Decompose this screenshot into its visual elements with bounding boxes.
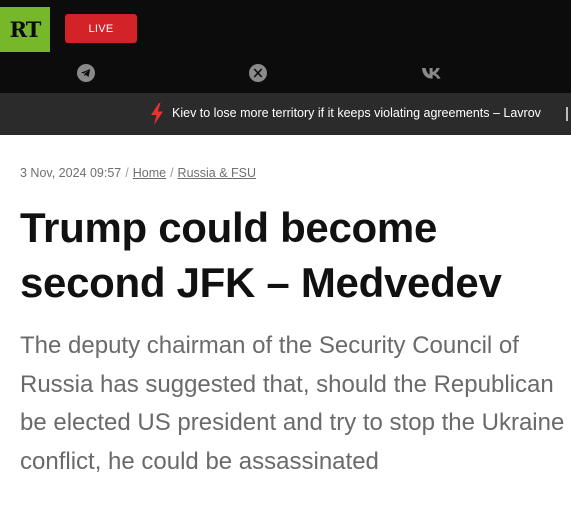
vk-icon[interactable]	[420, 63, 444, 83]
logo-text: RT	[9, 17, 42, 42]
news-ticker[interactable]: Kiev to lose more territory if it keeps …	[0, 93, 571, 135]
breadcrumb: 3 Nov, 2024 09:57/Home / Russia & FSU	[20, 166, 256, 180]
rt-logo[interactable]: RT	[0, 7, 50, 52]
breadcrumb-separator: /	[125, 166, 129, 180]
site-header: RT LIVE	[0, 0, 571, 93]
telegram-icon[interactable]	[76, 63, 96, 83]
breadcrumb-section-link[interactable]: Russia & FSU	[178, 166, 257, 180]
article-title: Trump could become second JFK – Medvedev	[20, 204, 502, 306]
x-icon[interactable]	[248, 63, 268, 83]
live-button[interactable]: LIVE	[65, 14, 137, 43]
article-date: 3 Nov, 2024 09:57	[20, 166, 122, 180]
breadcrumb-home-link[interactable]: Home	[133, 166, 166, 180]
lightning-icon	[151, 103, 163, 125]
ticker-headline[interactable]: Kiev to lose more territory if it keeps …	[172, 106, 541, 120]
article-lead: The deputy chairman of the Security Coun…	[20, 332, 565, 475]
breadcrumb-separator: /	[170, 166, 174, 180]
ticker-divider	[566, 107, 568, 121]
